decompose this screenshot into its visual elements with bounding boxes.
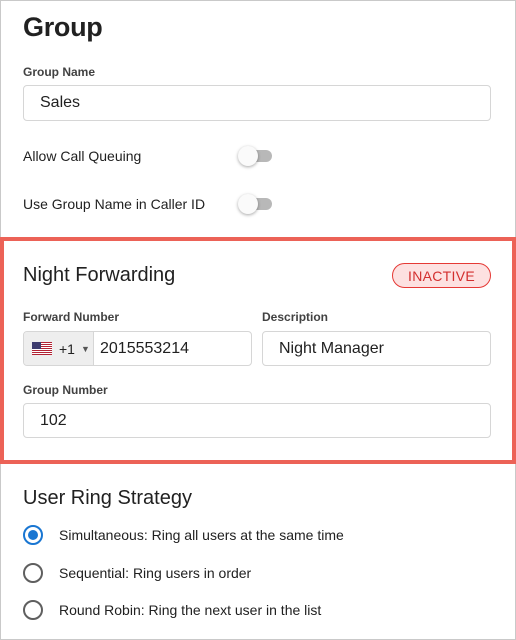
- night-forwarding-title: Night Forwarding: [23, 264, 176, 286]
- description-label: Description: [262, 310, 329, 324]
- us-flag-icon: [32, 342, 52, 355]
- description-value: Night Manager: [279, 339, 384, 357]
- ring-option-label: Sequential: Ring users in order: [59, 565, 252, 581]
- radio-button[interactable]: [23, 563, 43, 583]
- use-group-name-caller-id-toggle[interactable]: [238, 194, 272, 214]
- group-number-input[interactable]: 102: [23, 403, 491, 438]
- use-group-name-caller-id-label: Use Group Name in Caller ID: [23, 196, 206, 212]
- group-number-label: Group Number: [23, 383, 108, 397]
- page-title: Group: [23, 12, 103, 42]
- toggle-knob: [238, 146, 258, 166]
- ring-strategy-title: User Ring Strategy: [23, 487, 192, 509]
- ring-option-sequential[interactable]: Sequential: Ring users in order: [23, 563, 251, 583]
- country-code-select[interactable]: +1 ▼: [24, 332, 94, 365]
- status-badge: INACTIVE: [392, 263, 491, 288]
- ring-option-simultaneous[interactable]: Simultaneous: Ring all users at the same…: [23, 525, 344, 545]
- allow-call-queuing-toggle[interactable]: [238, 146, 272, 166]
- forward-number-field[interactable]: +1 ▼ 2015553214: [23, 331, 252, 366]
- allow-call-queuing-label: Allow Call Queuing: [23, 148, 142, 164]
- group-name-label: Group Name: [23, 65, 96, 79]
- group-name-value: Sales: [40, 94, 81, 111]
- chevron-down-icon: ▼: [80, 343, 90, 354]
- forward-number-value[interactable]: 2015553214: [94, 340, 189, 358]
- radio-button-checked[interactable]: [23, 525, 43, 545]
- country-code: +1: [59, 340, 75, 357]
- group-name-input[interactable]: Sales: [23, 85, 491, 121]
- ring-option-label: Round Robin: Ring the next user in the l…: [59, 602, 322, 618]
- forward-number-label: Forward Number: [23, 310, 120, 324]
- group-number-value: 102: [40, 411, 67, 429]
- description-input[interactable]: Night Manager: [262, 331, 491, 366]
- radio-button[interactable]: [23, 600, 43, 620]
- ring-option-round-robin[interactable]: Round Robin: Ring the next user in the l…: [23, 600, 321, 620]
- toggle-knob: [238, 194, 258, 214]
- ring-option-label: Simultaneous: Ring all users at the same…: [59, 527, 344, 543]
